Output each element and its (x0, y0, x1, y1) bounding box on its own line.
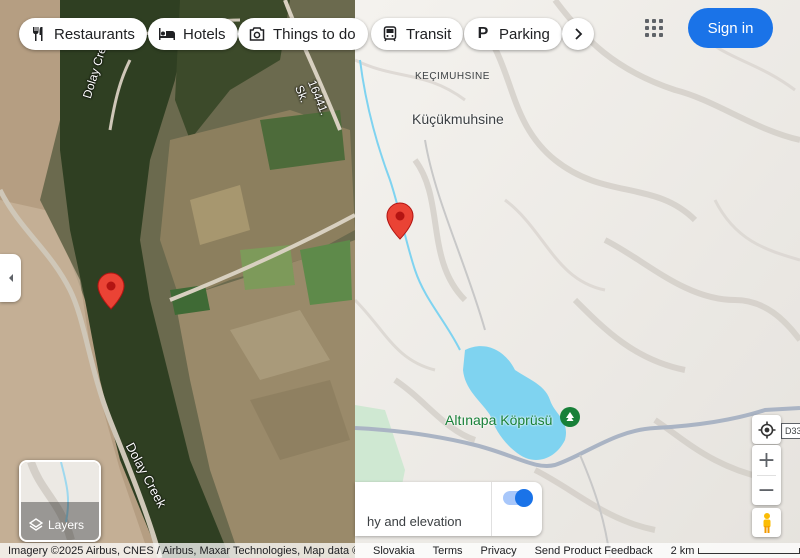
privacy-link[interactable]: Privacy (481, 545, 517, 557)
zoom-out-button[interactable]: − (752, 475, 781, 505)
terrain-map[interactable]: KEÇIMUHSINE Küçükmuhsine Altınapa Köprüs… (355, 0, 800, 558)
scale-bar (698, 547, 800, 554)
parking-icon: P (477, 25, 489, 42)
restaurant-icon (29, 25, 47, 43)
more-categories-button[interactable] (562, 18, 594, 50)
village-label: Küçükmuhsine (412, 111, 504, 127)
pegman-icon (763, 512, 770, 533)
map-footer: Slovakia Terms Privacy Send Product Feed… (355, 543, 800, 558)
google-apps-icon[interactable] (640, 14, 668, 42)
chip-parking-label: Parking (499, 25, 550, 43)
village-upper-label: KEÇIMUHSINE (415, 71, 490, 82)
terrain-relief (355, 0, 800, 558)
country-label: Slovakia (373, 544, 415, 557)
satellite-attribution: Imagery ©2025 Airbus, CNES / Airbus, Max… (0, 543, 355, 558)
my-location-icon (758, 421, 775, 438)
street-view-pegman[interactable] (752, 508, 781, 537)
satellite-attribution-text: Imagery ©2025 Airbus, CNES / Airbus, Max… (8, 544, 355, 557)
feedback-link[interactable]: Send Product Feedback (535, 545, 653, 557)
chevron-right-icon (575, 28, 583, 40)
my-location-button[interactable] (752, 415, 781, 444)
location-marker-icon[interactable] (386, 202, 414, 240)
layers-button[interactable]: Layers (19, 460, 101, 542)
transit-icon (381, 25, 399, 43)
layers-icon (29, 518, 43, 531)
hotel-icon (158, 25, 176, 43)
chip-transit-label: Transit (406, 25, 452, 43)
collapse-panel-button[interactable] (0, 254, 21, 302)
terrain-toggle[interactable] (503, 489, 533, 507)
terrain-panel: hy and elevation (355, 482, 542, 536)
chip-parking[interactable]: P Parking (464, 18, 562, 50)
bridge-label[interactable]: Altınapa Köprüsü (445, 412, 552, 428)
chip-things-to-do-label: Things to do (273, 25, 356, 43)
zoom-in-button[interactable]: + (752, 445, 781, 475)
caret-left-icon (8, 274, 13, 282)
chip-transit[interactable]: Transit (371, 18, 464, 50)
sign-in-button[interactable]: Sign in (688, 8, 773, 48)
chip-hotels-label: Hotels (183, 25, 226, 43)
chip-restaurants[interactable]: Restaurants (19, 18, 147, 50)
terms-link[interactable]: Terms (433, 545, 463, 557)
chip-hotels[interactable]: Hotels (148, 18, 238, 50)
terrain-panel-text: hy and elevation (367, 514, 462, 529)
layers-label: Layers (48, 518, 85, 532)
zoom-controls: + − (752, 445, 781, 505)
chip-things-to-do[interactable]: Things to do (238, 18, 368, 50)
road-shield: D33 (781, 423, 800, 439)
camera-icon (248, 25, 266, 43)
chip-restaurants-label: Restaurants (54, 25, 135, 43)
park-icon[interactable] (560, 407, 580, 427)
scale-label[interactable]: 2 km (671, 545, 695, 557)
location-marker-icon[interactable] (97, 272, 125, 310)
